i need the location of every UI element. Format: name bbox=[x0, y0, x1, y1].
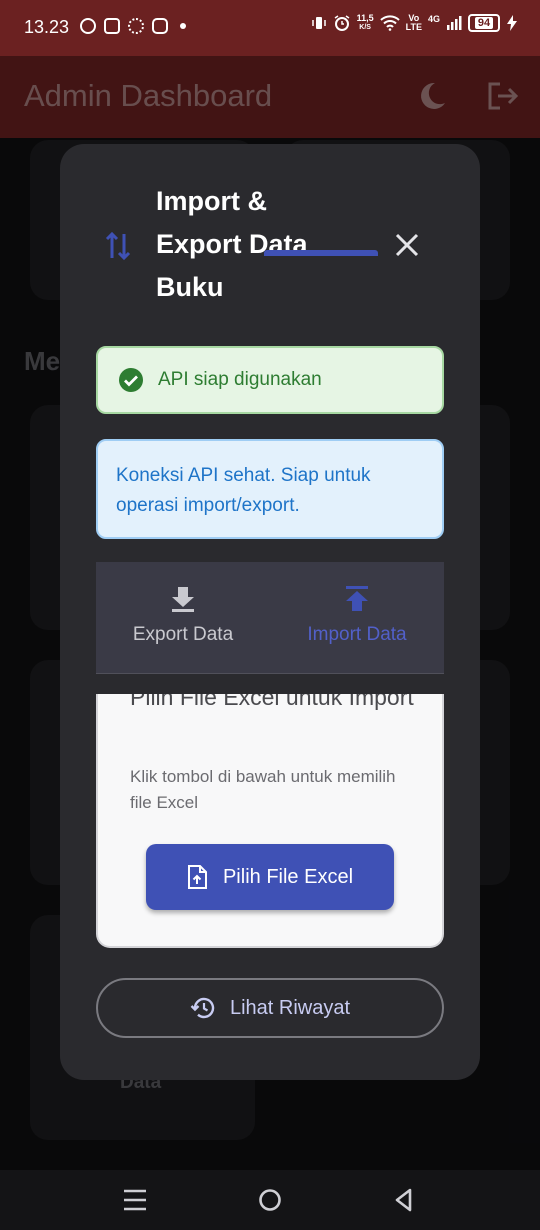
dialog-title: Import & Export Data Buku bbox=[156, 186, 308, 302]
api-info-alert: Koneksi API sehat. Siap untuk operasi im… bbox=[96, 439, 444, 539]
history-icon bbox=[190, 997, 215, 1019]
close-icon[interactable] bbox=[392, 230, 422, 260]
tab-export-data[interactable]: Export Data bbox=[96, 562, 270, 674]
volte-bottom: LTE bbox=[405, 22, 422, 32]
swap-vertical-icon bbox=[105, 231, 131, 261]
instagram-icon bbox=[152, 18, 168, 34]
battery-level: 94 bbox=[474, 17, 494, 29]
message-icon bbox=[104, 18, 120, 34]
volte-indicator: Vo LTE bbox=[406, 14, 422, 32]
status-notification-icons bbox=[80, 18, 186, 34]
tab-export-label: Export Data bbox=[132, 624, 234, 645]
tab-import-label: Import Data bbox=[307, 624, 407, 645]
charging-icon bbox=[507, 15, 517, 31]
settings-icon bbox=[128, 18, 144, 34]
whatsapp-icon bbox=[80, 18, 96, 34]
network-speed-value: 11,5 bbox=[356, 13, 374, 23]
check-circle-icon bbox=[119, 368, 143, 392]
selected-tab-indicator bbox=[264, 250, 378, 256]
import-export-tabs: Export Data Import Data bbox=[96, 562, 444, 674]
system-navigation-bar bbox=[0, 1170, 540, 1230]
api-status-text: API siap digunakan bbox=[158, 369, 322, 390]
view-history-button[interactable]: Lihat Riwayat bbox=[96, 978, 444, 1038]
api-info-text: Koneksi API sehat. Siap untuk operasi im… bbox=[116, 465, 371, 516]
battery-indicator: 94 bbox=[468, 14, 500, 32]
back-icon[interactable] bbox=[388, 1184, 420, 1216]
battery-body: 94 bbox=[468, 14, 500, 32]
alarm-icon bbox=[334, 15, 350, 31]
network-type: 4G bbox=[427, 13, 440, 24]
import-panel: Pilih File Excel untuk Import Klik tombo… bbox=[96, 694, 444, 948]
pick-excel-file-label: Pilih File Excel bbox=[222, 865, 354, 888]
network-speed: 11,5 K/S bbox=[357, 14, 374, 32]
import-panel-title: Pilih File Excel untuk Import bbox=[130, 694, 414, 710]
import-export-dialog: Import & Export Data Buku API siap digun… bbox=[60, 144, 480, 1080]
vibrate-icon bbox=[311, 17, 326, 29]
pick-excel-file-button[interactable]: Pilih File Excel bbox=[146, 844, 394, 910]
status-system-icons: 11,5 K/S Vo LTE 4G 94 bbox=[311, 14, 518, 32]
import-panel-description: Klik tombol di bawah untuk memilih file … bbox=[130, 767, 396, 812]
download-icon bbox=[172, 587, 194, 612]
signal-icon bbox=[447, 16, 462, 30]
api-status-alert: API siap digunakan bbox=[96, 346, 444, 414]
home-icon[interactable] bbox=[254, 1184, 286, 1216]
wifi-icon bbox=[379, 15, 400, 31]
more-notifications-dot bbox=[180, 23, 186, 29]
status-bar: 13.23 11,5 K/S Vo LTE 4G 94 bbox=[0, 0, 540, 56]
tabs-divider bbox=[96, 673, 444, 674]
tab-import-data[interactable]: Import Data bbox=[270, 562, 444, 674]
view-history-label: Lihat Riwayat bbox=[229, 996, 351, 1019]
file-upload-icon bbox=[187, 865, 207, 889]
recent-apps-icon[interactable] bbox=[119, 1184, 151, 1216]
upload-icon bbox=[346, 586, 368, 611]
screen: Me Data 13.23 11,5 K/S Vo LTE 4G 94 Admi… bbox=[0, 0, 540, 1230]
status-time: 13.23 bbox=[24, 17, 70, 37]
network-speed-unit: K/S bbox=[359, 24, 371, 31]
